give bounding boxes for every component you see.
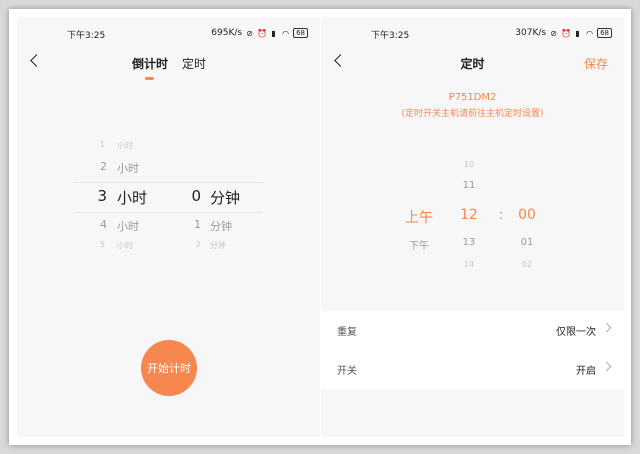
wifi-icon: ◠	[282, 28, 290, 38]
picker-row: 5 小时 2 分钟	[99, 240, 226, 250]
selected-minute: 00	[518, 207, 536, 223]
status-time: 下午3:25	[67, 31, 106, 41]
repeat-value: 仅限一次	[556, 327, 596, 338]
tab-countdown[interactable]: 倒计时	[132, 55, 168, 72]
page-title: 定时	[460, 57, 485, 71]
timer-screen: 下午3:25 307K/s ⊘ ⏰ ▮ ◠ 68 定时 保存 P751DM2 (…	[321, 17, 624, 437]
selected-hour: 12	[460, 207, 478, 223]
selected-minute: 0	[191, 187, 201, 205]
switch-row[interactable]: 开关 开启	[321, 350, 624, 388]
tab-timer[interactable]: 定时	[182, 55, 206, 72]
chevron-right-icon	[601, 361, 612, 372]
signal-icon: ▮	[271, 28, 276, 38]
battery-icon: 68	[597, 28, 612, 38]
device-name: P751DM2	[448, 92, 497, 103]
network-speed: 307K/s	[515, 28, 547, 38]
signal-icon: ▮	[575, 28, 580, 38]
alarm-off-icon: ⊘	[246, 28, 253, 38]
start-countdown-button[interactable]: 开始计时	[141, 340, 197, 396]
alarm-icon: ⏰	[257, 28, 268, 38]
time-separator: :	[498, 207, 504, 223]
save-button[interactable]: 保存	[584, 55, 608, 72]
repeat-label: 重复	[337, 327, 357, 338]
status-bar: 下午3:25 695K/s ⊘ ⏰ ▮ ◠ 68	[17, 28, 320, 42]
timer-settings: 重复 仅限一次 开关 开启	[321, 311, 624, 389]
alarm-off-icon: ⊘	[550, 28, 557, 38]
selected-hour: 3	[97, 187, 107, 205]
picker-row-selected: 3 小时 0 分钟	[17, 187, 320, 207]
picker-divider	[75, 212, 263, 213]
status-bar: 下午3:25 307K/s ⊘ ⏰ ▮ ◠ 68	[321, 28, 624, 42]
picker-row: 2 小时	[100, 160, 139, 175]
selected-ampm: 上午	[405, 210, 433, 226]
switch-label: 开关	[337, 366, 357, 377]
picker-divider	[75, 182, 263, 183]
tab-indicator	[145, 77, 154, 80]
back-icon[interactable]	[29, 53, 41, 71]
repeat-row[interactable]: 重复 仅限一次	[321, 311, 624, 349]
chevron-right-icon	[601, 322, 612, 333]
status-time: 下午3:25	[371, 31, 410, 41]
countdown-screen: 下午3:25 695K/s ⊘ ⏰ ▮ ◠ 68 倒计时 定时 1 小时 2 小…	[17, 17, 320, 437]
switch-value: 开启	[576, 366, 596, 377]
battery-icon: 68	[293, 28, 308, 38]
picker-row: 4 小时 1 分钟	[100, 218, 232, 233]
wifi-icon: ◠	[586, 28, 594, 38]
timer-note: (定时开关主机请前往主机定时设置)	[401, 109, 544, 119]
picker-row: 1 小时	[99, 140, 133, 150]
network-speed: 695K/s	[211, 28, 243, 38]
alarm-icon: ⏰	[561, 28, 572, 38]
